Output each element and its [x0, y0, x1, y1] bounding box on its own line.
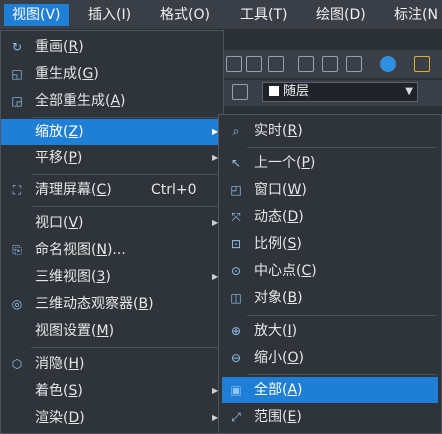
- zoom-submenu: ⌕ 实时(R) ↖ 上一个(P) ◰ 窗口(W) ⤧ 动态(D) ⊡ 比例(S)…: [218, 114, 442, 434]
- orbit-icon: ◎: [11, 297, 23, 311]
- text-style-icon[interactable]: [414, 56, 430, 72]
- toolbar-zoom-window-icon[interactable]: [246, 56, 262, 72]
- zoom-out-icon: ⊖: [230, 351, 242, 365]
- zoom-item-center[interactable]: ⊙ 中心点(C): [222, 258, 438, 284]
- menu-separator: [247, 374, 437, 375]
- menu-item-3d-views[interactable]: 三维视图(3) ▶: [1, 264, 223, 290]
- zoom-in-icon: ⊕: [230, 324, 242, 338]
- view-menu: ↻ 重画(R) ◱ 重生成(G) ◲ 全部重生成(A) 缩放(Z) ▶ 平移(P…: [0, 30, 224, 434]
- menu-item-shade[interactable]: 着色(S) ▶: [1, 378, 223, 404]
- zoom-object-icon: ◫: [230, 291, 242, 305]
- toolbar-design-center-icon[interactable]: [322, 56, 338, 72]
- menu-item-view-settings[interactable]: 视图设置(M): [1, 318, 223, 344]
- zoom-extents-icon: ⤢: [231, 410, 241, 424]
- menu-item-named-views[interactable]: ⎘ 命名视图(N)...: [1, 237, 223, 263]
- menu-bar: 视图(V) 插入(I) 格式(O) 工具(T) 绘图(D) 标注(N: [0, 0, 442, 30]
- menu-item-hide[interactable]: ⬡ 消隐(H): [1, 351, 223, 377]
- layer-combo-value: 随层: [283, 84, 310, 99]
- zoom-item-scale[interactable]: ⊡ 比例(S): [222, 231, 438, 257]
- help-icon[interactable]: [380, 56, 396, 72]
- menu-item-regen-all[interactable]: ◲ 全部重生成(A): [1, 88, 223, 114]
- zoom-item-realtime[interactable]: ⌕ 实时(R): [222, 118, 438, 144]
- menu-separator: [247, 315, 437, 316]
- toolbar-properties-icon[interactable]: [298, 56, 314, 72]
- menu-item-zoom[interactable]: 缩放(Z) ▶: [1, 119, 223, 145]
- zoom-center-icon: ⊙: [230, 264, 242, 278]
- zoom-item-all[interactable]: ▣ 全部(A): [222, 377, 438, 403]
- zoom-item-object[interactable]: ◫ 对象(B): [222, 285, 438, 311]
- layer-manager-icon[interactable]: [232, 84, 248, 100]
- menu-item-pan[interactable]: 平移(P) ▶: [1, 145, 223, 171]
- clean-screen-icon: ⛶: [12, 183, 22, 197]
- menu-item-3d-orbit[interactable]: ◎ 三维动态观察器(B): [1, 291, 223, 317]
- menu-dimension[interactable]: 标注(N: [386, 4, 442, 26]
- regen-all-icon: ◲: [11, 94, 23, 108]
- menu-separator: [31, 347, 221, 348]
- layer-combo[interactable]: 随层 ▼: [262, 82, 418, 102]
- menu-tools[interactable]: 工具(T): [232, 4, 295, 26]
- zoom-all-icon: ▣: [230, 383, 242, 397]
- zoom-item-extents[interactable]: ⤢ 范围(E): [222, 404, 438, 430]
- regen-icon: ◱: [11, 67, 23, 81]
- hide-icon: ⬡: [11, 357, 23, 371]
- toolbar-tool-palette-icon[interactable]: [346, 56, 362, 72]
- menu-item-clean-screen[interactable]: ⛶ 清理屏幕(C) Ctrl+0: [1, 177, 223, 203]
- menu-item-render[interactable]: 渲染(D) ▶: [1, 405, 223, 431]
- zoom-realtime-icon: ⌕: [232, 124, 240, 138]
- menu-separator: [247, 147, 437, 148]
- menu-item-regen[interactable]: ◱ 重生成(G): [1, 61, 223, 87]
- zoom-previous-icon: ↖: [230, 156, 242, 170]
- menu-separator: [31, 206, 221, 207]
- zoom-scale-icon: ⊡: [230, 237, 242, 251]
- menu-separator: [31, 117, 221, 118]
- toolbar-zoom-icon[interactable]: [226, 56, 242, 72]
- chevron-down-icon[interactable]: ▼: [405, 83, 413, 101]
- menu-view[interactable]: 视图(V): [4, 4, 69, 26]
- zoom-item-window[interactable]: ◰ 窗口(W): [222, 177, 438, 203]
- menu-draw[interactable]: 绘图(D): [308, 4, 374, 26]
- layer-color-swatch: [269, 86, 279, 96]
- redraw-icon: ↻: [11, 40, 23, 54]
- toolbar-zoom-previous-icon[interactable]: [268, 56, 284, 72]
- menu-item-viewports[interactable]: 视口(V) ▶: [1, 210, 223, 236]
- menu-item-redraw[interactable]: ↻ 重画(R): [1, 34, 223, 60]
- zoom-item-previous[interactable]: ↖ 上一个(P): [222, 150, 438, 176]
- zoom-item-out[interactable]: ⊖ 缩小(O): [222, 345, 438, 371]
- menu-format[interactable]: 格式(O): [152, 4, 218, 26]
- menu-separator: [31, 174, 221, 175]
- menu-insert[interactable]: 插入(I): [80, 4, 139, 26]
- zoom-dynamic-icon: ⤧: [231, 210, 241, 224]
- shortcut-label: Ctrl+0: [151, 182, 197, 198]
- zoom-item-in[interactable]: ⊕ 放大(I): [222, 318, 438, 344]
- named-view-icon: ⎘: [12, 243, 22, 257]
- zoom-item-dynamic[interactable]: ⤧ 动态(D): [222, 204, 438, 230]
- zoom-window-icon: ◰: [230, 183, 242, 197]
